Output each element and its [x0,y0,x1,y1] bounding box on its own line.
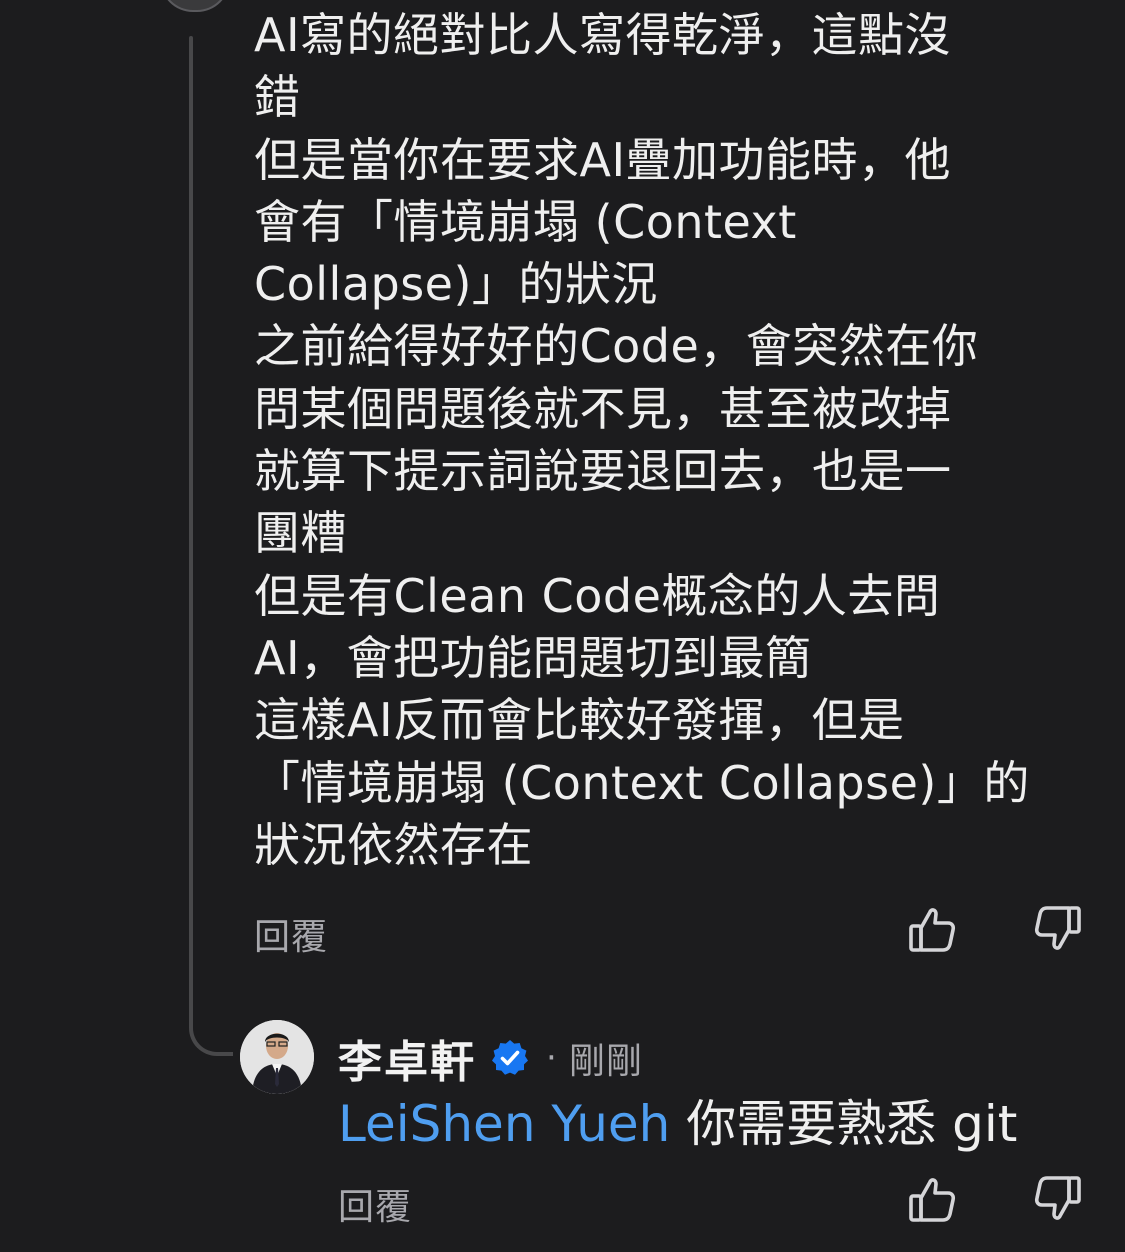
separator-dot: · [546,1038,557,1078]
comment-line: AI寫的絕對比人寫得乾淨，這點沒 [254,8,952,62]
comment-line: Collapse)」的狀況 [254,257,658,312]
timestamp: 剛剛 [568,1041,643,1082]
profile-photo-icon [240,1020,314,1094]
comment-body: AI寫的絕對比人寫得乾淨，這點沒 錯 但是當你在要求AI疊加功能時，他 會有「情… [254,4,1114,876]
comment-line: 「情境崩塌 (Context Collapse)」的 [254,755,1030,810]
comment-actions: 回覆 [254,904,1085,958]
comment-line: 就算下提示詞說要退回去，也是一 [254,444,952,499]
parent-avatar[interactable] [160,0,230,12]
thumbs-down-icon [1034,1176,1081,1220]
comment-line: 但是有Clean Code概念的人去問 [254,568,941,623]
like-button[interactable] [907,1174,957,1224]
dislike-button[interactable] [1033,904,1083,954]
like-button[interactable] [907,904,957,954]
thumbs-up-icon [909,908,956,952]
comment-line: 之前給得好好的Code，會突然在你 [254,319,979,374]
mention-link[interactable]: LeiShen Yueh [338,1095,670,1153]
comment-line: 狀況依然存在 [254,817,533,872]
reply-button[interactable]: 回覆 [254,908,328,960]
comment-line: 錯 [254,70,301,125]
comment-line: 會有「情境崩塌 (Context [254,194,797,249]
comment-line: 這樣AI反而會比較好發揮，但是 [254,693,905,748]
thread-line [189,36,193,1016]
comment-line: 團糟 [254,506,347,561]
comment-line: 但是當你在要求AI疊加功能時，他 [254,132,952,187]
comment-line: AI，會把功能問題切到最簡 [254,630,812,685]
comment-line: 問某個問題後就不見，甚至被改掉 [254,381,952,436]
thumbs-up-icon [909,1178,956,1222]
reply-header: 李卓軒 · 剛剛 [338,1030,643,1088]
verified-badge-icon [492,1040,528,1075]
author-name[interactable]: 李卓軒 [338,1026,476,1090]
reply-button[interactable]: 回覆 [338,1178,412,1230]
thumbs-down-icon [1034,906,1081,950]
thread-connector [189,990,233,1056]
reply-actions: 回覆 [338,1174,1085,1228]
avatar[interactable] [240,1020,314,1094]
dislike-button[interactable] [1033,1174,1083,1224]
reply-text: LeiShen Yueh 你需要熟悉 git [338,1092,1017,1156]
reply-body: 你需要熟悉 git [670,1095,1018,1153]
